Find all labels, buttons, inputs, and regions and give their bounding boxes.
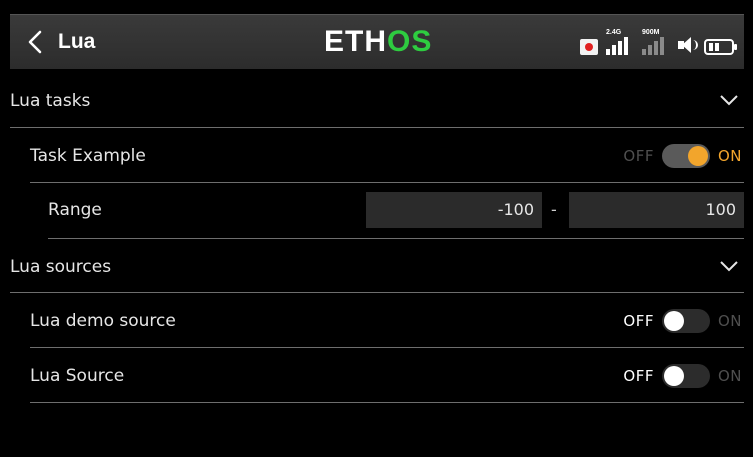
signal-900m-icon: 900M [640,29,670,57]
divider [30,402,744,403]
page-title: Lua [58,30,96,53]
toggle-knob [663,366,684,386]
toggle-on-label: ON [717,367,742,385]
row-lua-demo-source: Lua demo source OFF ON [30,294,744,348]
lua-demo-source-toggle[interactable]: OFF ON [623,308,742,334]
divider [48,238,744,239]
status-icons: 2.4G 900M [580,27,737,57]
signal-900m-label: 900M [642,29,660,36]
logo-part-2: OS [387,25,433,58]
toggle-off-label: OFF [623,147,654,165]
divider [30,347,744,348]
signal-24g-icon: 2.4G [604,29,634,57]
task-example-toggle[interactable]: OFF ON [623,143,742,169]
chevron-left-icon [28,30,42,54]
toggle-track [661,144,710,168]
row-range: Range -100 - 100 [48,183,744,237]
signal-24g-label: 2.4G [606,29,622,36]
range-label: Range [48,200,102,220]
row-lua-source: Lua Source OFF ON [30,349,744,403]
divider [10,127,744,128]
toggle-knob [663,311,684,331]
task-example-label: Task Example [30,146,146,166]
toggle-on-label: ON [717,147,742,165]
toggle-on-label: ON [717,312,742,330]
chevron-down-icon [720,95,738,106]
lua-demo-source-label: Lua demo source [30,311,176,331]
range-max-field[interactable]: 100 [569,192,744,228]
back-button[interactable] [18,25,52,59]
section-lua-tasks-label: Lua tasks [10,91,91,111]
range-min-field[interactable]: -100 [366,192,542,228]
divider [10,292,744,293]
toggle-knob [687,146,708,166]
section-lua-sources-label: Lua sources [10,257,112,277]
toggle-off-label: OFF [623,312,654,330]
toggle-track [661,309,710,333]
screen: Lua ETHOS 2.4G 900M Lua tasks Task Examp… [0,0,753,457]
title-bar: Lua ETHOS 2.4G 900M [10,14,744,69]
battery-icon [704,39,737,55]
range-separator: - [551,200,557,219]
toggle-off-label: OFF [623,367,654,385]
toggle-track [661,364,710,388]
chevron-down-icon [720,261,738,272]
lua-source-toggle[interactable]: OFF ON [623,363,742,389]
section-lua-tasks[interactable]: Lua tasks [10,74,744,128]
row-task-example: Task Example OFF ON [30,129,744,183]
speaker-icon [676,35,698,55]
ethos-logo: ETHOS [324,15,432,69]
section-lua-sources[interactable]: Lua sources [10,240,744,294]
lua-source-label: Lua Source [30,366,125,386]
logo-part-1: ETH [324,25,387,58]
record-icon [580,39,598,55]
